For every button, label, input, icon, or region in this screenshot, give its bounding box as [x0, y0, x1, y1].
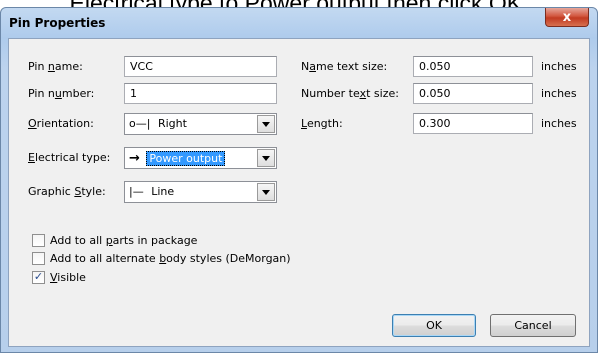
pin-name-label: Pin name: [28, 60, 83, 73]
number-text-size-input[interactable]: 0.050 [413, 83, 533, 104]
line-style-icon: |— [129, 185, 144, 198]
electrical-type-select[interactable]: → Power output [124, 147, 277, 169]
pin-properties-dialog: Pin Properties x Pin name: VCC Pin numbe… [0, 7, 598, 353]
orientation-value: Right [157, 117, 187, 130]
length-unit: inches [541, 117, 577, 130]
add-all-parts-checkbox[interactable] [32, 234, 45, 247]
graphic-style-dropdown-button[interactable] [257, 183, 275, 201]
visible-checkbox[interactable]: ✓ [32, 271, 45, 284]
dialog-title: Pin Properties [9, 16, 106, 30]
close-icon: x [562, 9, 572, 25]
name-text-size-label: Name text size: [301, 60, 388, 73]
add-all-body-styles-checkbox[interactable] [32, 252, 45, 265]
electrical-type-value: Power output [146, 151, 226, 166]
pin-number-label: Pin number: [28, 87, 95, 100]
chevron-down-icon [262, 121, 270, 127]
dialog-body: Pin name: VCC Pin number: 1 Orientation:… [8, 38, 590, 347]
ok-button[interactable]: OK [392, 314, 476, 337]
power-output-arrow-icon: → [129, 151, 140, 166]
chevron-down-icon [262, 155, 270, 161]
number-text-size-unit: inches [541, 87, 577, 100]
length-label: Length: [301, 117, 343, 130]
orientation-dropdown-button[interactable] [257, 115, 275, 133]
visible-label[interactable]: Visible [50, 271, 86, 284]
pin-name-input[interactable]: VCC [124, 56, 277, 77]
add-all-parts-label[interactable]: Add to all parts in package [50, 234, 197, 247]
pin-number-input[interactable]: 1 [124, 83, 277, 104]
graphic-style-select[interactable]: |— Line [124, 181, 277, 203]
length-input[interactable]: 0.300 [413, 113, 533, 134]
orientation-label: Orientation: [28, 117, 94, 130]
checkmark-icon: ✓ [33, 271, 44, 283]
electrical-type-dropdown-button[interactable] [257, 149, 275, 167]
name-text-size-input[interactable]: 0.050 [413, 56, 533, 77]
number-text-size-label: Number text size: [301, 87, 399, 100]
graphic-style-value: Line [151, 185, 175, 198]
pin-right-icon: o—| [129, 117, 151, 130]
name-text-size-unit: inches [541, 60, 577, 73]
close-button[interactable]: x [545, 8, 589, 27]
chevron-down-icon [262, 189, 270, 195]
cancel-button[interactable]: Cancel [490, 314, 576, 337]
graphic-style-label: Graphic Style: [28, 185, 106, 198]
electrical-type-label: Electrical type: [28, 151, 111, 164]
add-all-body-styles-label[interactable]: Add to all alternate body styles (DeMorg… [50, 252, 291, 265]
orientation-select[interactable]: o—| Right [124, 113, 277, 135]
